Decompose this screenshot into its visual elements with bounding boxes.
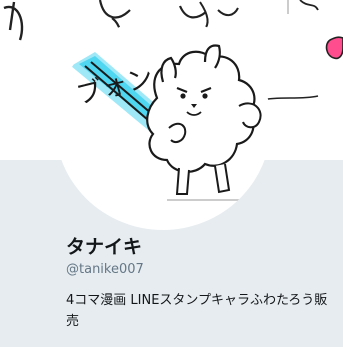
fuwataro-illustration: ブォン	[71, 44, 262, 201]
user-handle[interactable]: @tanike007	[66, 262, 144, 277]
display-name[interactable]: タナイキ	[66, 232, 142, 259]
profile-bio: 4コマ漫画 LINEスタンプキャラふわたろう販売	[66, 293, 328, 329]
calendar-icon	[66, 340, 78, 347]
profile-avatar[interactable]: ブォン	[55, 18, 271, 230]
